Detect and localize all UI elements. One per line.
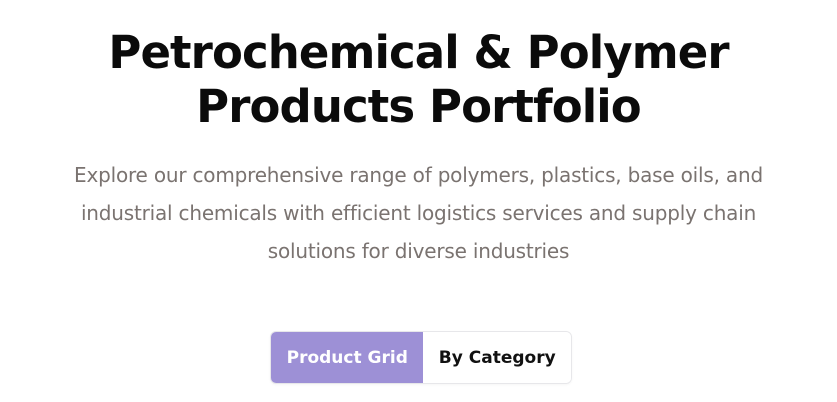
page-title: Petrochemical & Polymer Products Portfol… [108, 26, 729, 133]
product-grid-button[interactable]: Product Grid [271, 332, 424, 383]
by-category-button[interactable]: By Category [423, 332, 571, 383]
page-description: Explore our comprehensive range of polym… [74, 163, 763, 263]
view-toggle: Product Grid By Category [270, 331, 572, 384]
